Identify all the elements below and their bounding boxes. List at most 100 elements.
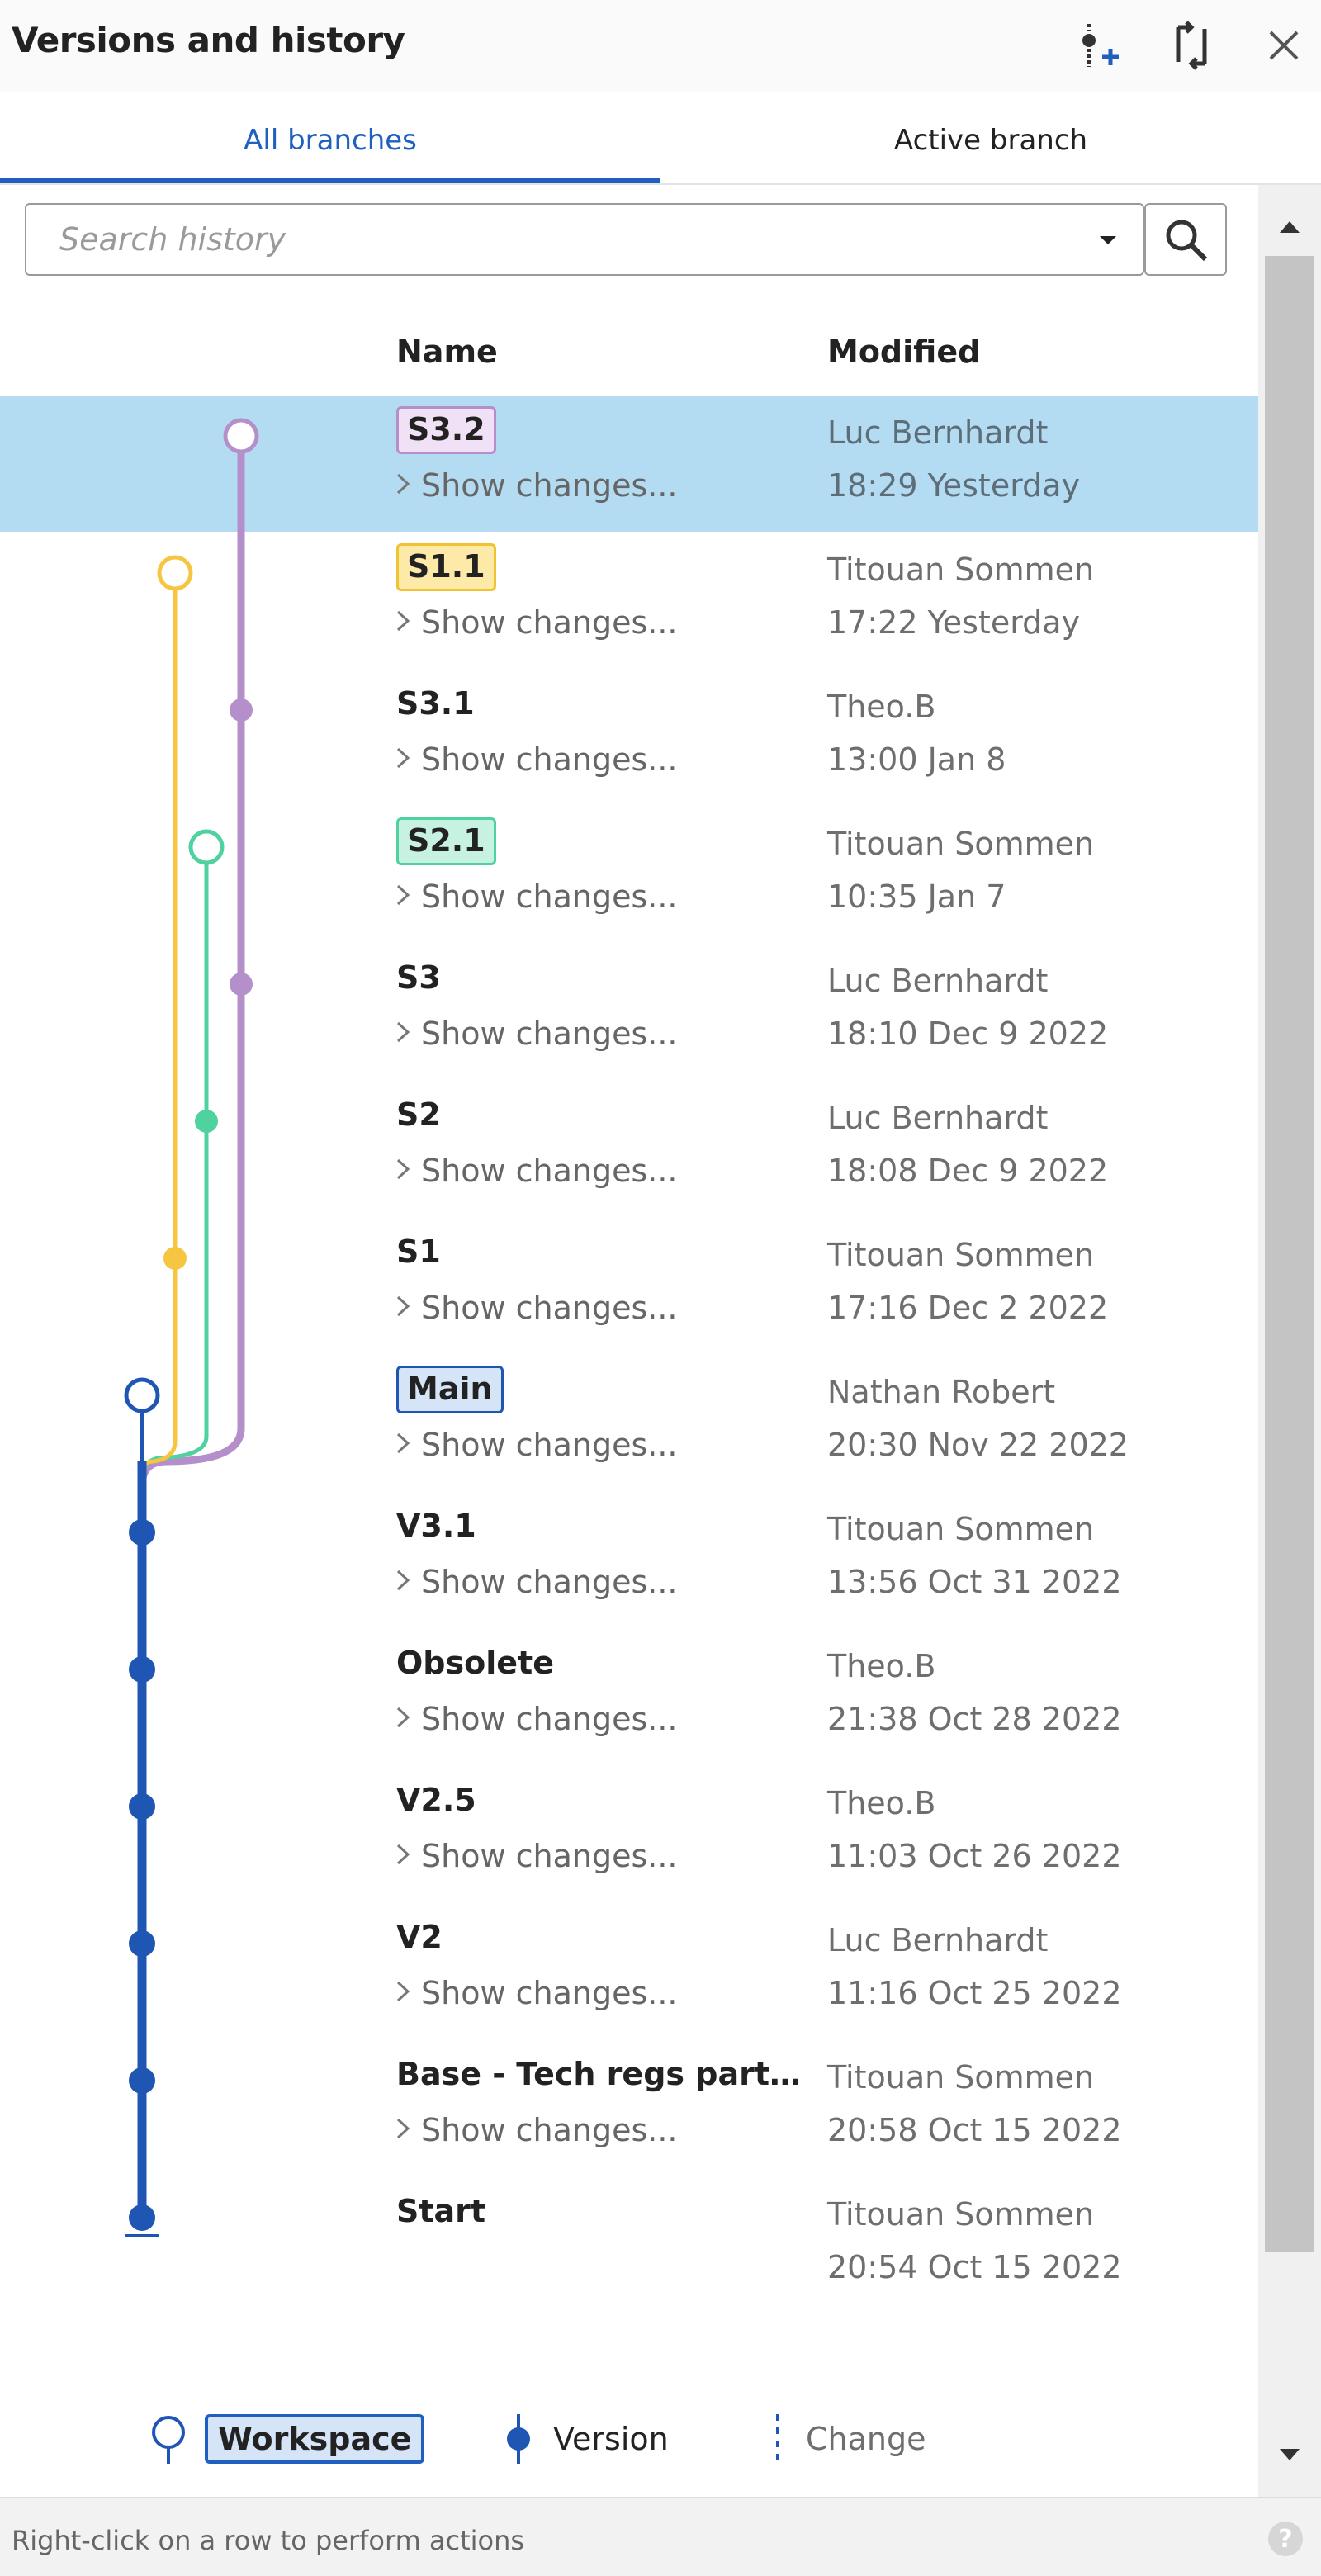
show-changes-toggle[interactable]: Show changes... — [393, 604, 678, 641]
show-changes-toggle[interactable]: Show changes... — [393, 2112, 678, 2148]
help-icon[interactable]: ? — [1268, 2522, 1303, 2556]
chevron-right-icon — [393, 1564, 421, 1600]
show-changes-toggle[interactable]: Show changes... — [393, 1975, 678, 2011]
show-changes-toggle[interactable]: Show changes... — [393, 741, 678, 778]
legend-version-label: Version — [553, 2421, 669, 2457]
show-changes-toggle[interactable]: Show changes... — [393, 1564, 678, 1600]
chevron-right-icon — [393, 467, 421, 504]
show-changes-label: Show changes... — [421, 878, 678, 915]
legend-workspace[interactable]: Workspace — [149, 2413, 425, 2465]
version-node-icon — [507, 2414, 530, 2464]
history-row[interactable]: Base - Tech regs parti... Show changes...… — [0, 2041, 1258, 2176]
version-name: Obsolete — [396, 1645, 554, 1681]
chevron-right-icon — [393, 1290, 421, 1326]
modified-time: 13:56 Oct 31 2022 — [827, 1564, 1122, 1600]
compare-button[interactable] — [1162, 18, 1220, 73]
tab-active-branch[interactable]: Active branch — [660, 124, 1321, 157]
show-changes-label: Show changes... — [421, 1701, 678, 1737]
history-row[interactable]: Obsolete Show changes... Theo.B 21:38 Oct 2… — [0, 1630, 1258, 1765]
branch-tag: S1.1 — [396, 543, 496, 591]
panel-header: Versions and history — [0, 0, 1321, 94]
history-row[interactable]: V3.1 Show changes... Titouan Sommen 13:56 O… — [0, 1493, 1258, 1628]
modified-by: Theo.B — [827, 689, 936, 725]
branch-tag: S3.2 — [396, 406, 496, 454]
modified-time: 17:16 Dec 2 2022 — [827, 1290, 1109, 1326]
history-row[interactable]: Start Titouan Sommen 20:54 Oct 15 2022 — [0, 2178, 1258, 2313]
version-name: V3.1 — [396, 1508, 476, 1544]
history-row[interactable]: V2 Show changes... Luc Bernhardt 11:16 Oct … — [0, 1904, 1258, 2039]
history-row[interactable]: S1.1 Show changes... Titouan Sommen 17:22 Y… — [0, 533, 1258, 669]
show-changes-toggle[interactable]: Show changes... — [393, 1838, 678, 1874]
show-changes-toggle[interactable]: Show changes... — [393, 1427, 678, 1463]
modified-by: Titouan Sommen — [827, 552, 1095, 588]
show-changes-toggle[interactable]: Show changes... — [393, 1290, 678, 1326]
show-changes-toggle[interactable]: Show changes... — [393, 1153, 678, 1189]
vertical-scrollbar[interactable] — [1258, 185, 1321, 2497]
history-row[interactable]: S3.2 Show changes... Luc Bernhardt 18:29 Ye… — [0, 396, 1258, 532]
tab-all-branches[interactable]: All branches — [0, 124, 660, 157]
version-name: Base - Tech regs parti... — [396, 2056, 809, 2092]
scroll-thumb[interactable] — [1265, 256, 1314, 2252]
show-changes-toggle[interactable]: Show changes... — [393, 1701, 678, 1737]
compare-icon — [1176, 21, 1207, 70]
version-name: V2 — [396, 1919, 443, 1955]
chevron-right-icon — [393, 604, 421, 641]
legend-change-label: Change — [806, 2421, 926, 2457]
branch-tag: Main — [396, 1366, 504, 1413]
modified-time: 17:22 Yesterday — [827, 604, 1081, 641]
chevron-right-icon — [393, 1838, 421, 1874]
chevron-right-icon — [393, 1701, 421, 1737]
tab-bar: All branches Active branch — [0, 92, 1321, 185]
chevron-right-icon — [393, 1975, 421, 2011]
version-name: V2.5 — [396, 1782, 476, 1818]
modified-time: 21:38 Oct 28 2022 — [827, 1701, 1122, 1737]
history-row[interactable]: V2.5 Show changes... Theo.B 11:03 Oct 26 20… — [0, 1767, 1258, 1902]
close-button[interactable] — [1255, 18, 1313, 73]
legend-change[interactable]: Change — [768, 2413, 926, 2465]
dropdown-caret-icon[interactable] — [1091, 223, 1125, 256]
modified-by: Theo.B — [827, 1785, 936, 1821]
history-row[interactable]: S3 Show changes... Luc Bernhardt 18:10 Dec … — [0, 945, 1258, 1080]
show-changes-label: Show changes... — [421, 1153, 678, 1189]
modified-by: Luc Bernhardt — [827, 1100, 1049, 1136]
show-changes-label: Show changes... — [421, 1016, 678, 1052]
scroll-up-icon[interactable] — [1258, 201, 1321, 251]
show-changes-label: Show changes... — [421, 1838, 678, 1874]
search-input[interactable] — [59, 205, 1034, 274]
show-changes-toggle[interactable]: Show changes... — [393, 467, 678, 504]
modified-by: Luc Bernhardt — [827, 963, 1049, 999]
modified-time: 20:58 Oct 15 2022 — [827, 2112, 1122, 2148]
modified-time: 20:54 Oct 15 2022 — [827, 2249, 1122, 2285]
version-name: Start — [396, 2193, 486, 2229]
change-line-icon — [776, 2414, 779, 2464]
modified-by: Luc Bernhardt — [827, 414, 1049, 451]
chevron-right-icon — [393, 2112, 421, 2148]
chevron-right-icon — [393, 1016, 421, 1052]
modified-by: Titouan Sommen — [827, 826, 1095, 862]
modified-time: 13:00 Jan 8 — [827, 741, 1006, 778]
history-row[interactable]: S1 Show changes... Titouan Sommen 17:16 Dec… — [0, 1219, 1258, 1354]
show-changes-label: Show changes... — [421, 467, 678, 504]
show-changes-label: Show changes... — [421, 1564, 678, 1600]
modified-time: 11:03 Oct 26 2022 — [827, 1838, 1122, 1874]
show-changes-label: Show changes... — [421, 604, 678, 641]
history-row[interactable]: Main Show changes... Nathan Robert 20:30 No… — [0, 1356, 1258, 1491]
show-changes-toggle[interactable]: Show changes... — [393, 878, 678, 915]
column-header-name[interactable]: Name — [396, 334, 498, 370]
create-version-button[interactable] — [1067, 18, 1125, 73]
scroll-down-icon[interactable] — [1258, 2431, 1321, 2480]
version-name: S3 — [396, 959, 441, 996]
history-row[interactable]: S3.1 Show changes... Theo.B 13:00 Jan 8 — [0, 670, 1258, 806]
show-changes-toggle[interactable]: Show changes... — [393, 1016, 678, 1052]
history-row[interactable]: S2.1 Show changes... Titouan Sommen 10:35 J… — [0, 807, 1258, 943]
panel-title: Versions and history — [12, 20, 405, 60]
modified-time: 18:08 Dec 9 2022 — [827, 1153, 1109, 1189]
search-button[interactable] — [1144, 203, 1227, 276]
legend-version[interactable]: Version — [502, 2413, 669, 2465]
modified-by: Titouan Sommen — [827, 1237, 1095, 1273]
history-row[interactable]: S2 Show changes... Luc Bernhardt 18:08 Dec … — [0, 1082, 1258, 1217]
chevron-right-icon — [393, 741, 421, 778]
modified-by: Luc Bernhardt — [827, 1922, 1049, 1958]
modified-by: Titouan Sommen — [827, 2196, 1095, 2233]
column-header-modified[interactable]: Modified — [827, 334, 980, 370]
